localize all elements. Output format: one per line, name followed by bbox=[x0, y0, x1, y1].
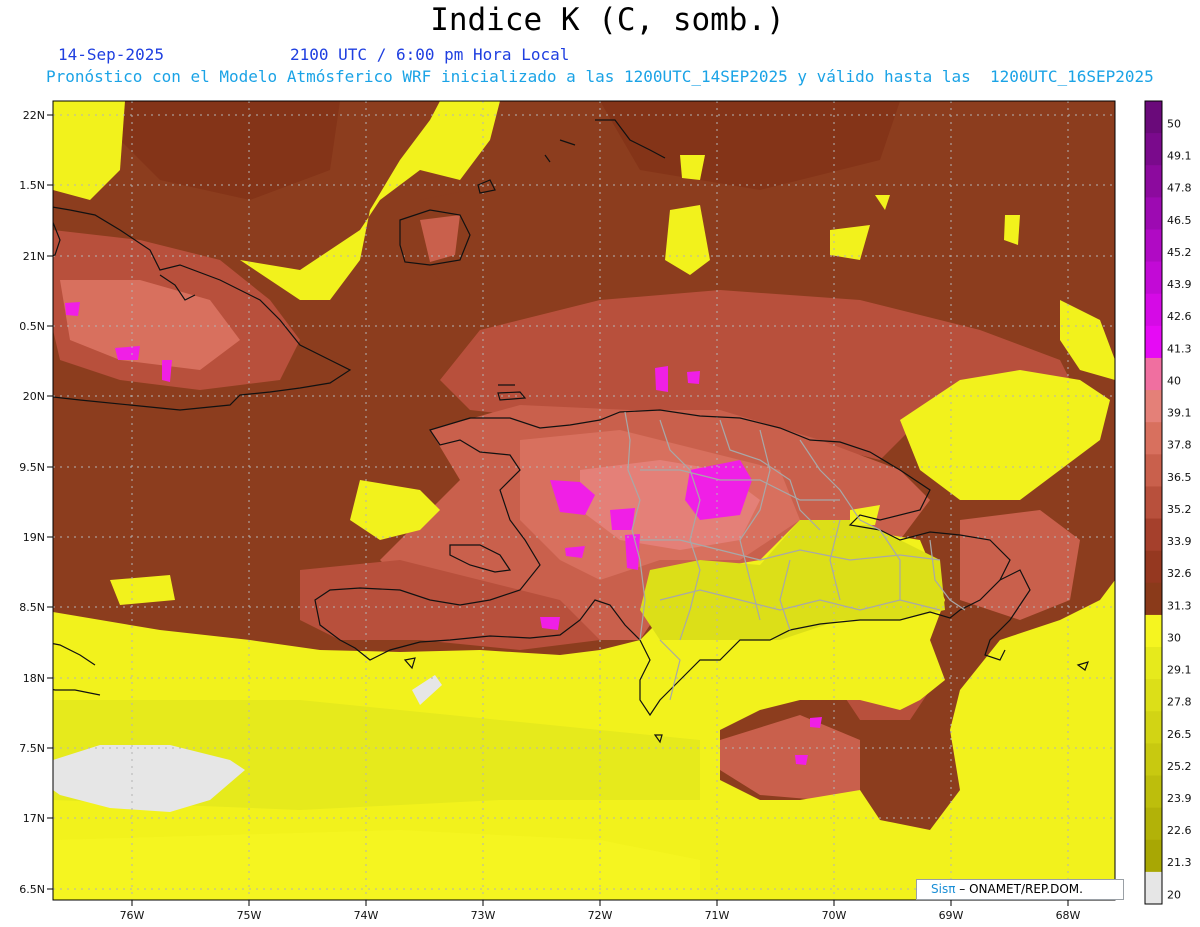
field-magenta-spot bbox=[610, 508, 635, 530]
colorbar-label: 29.1 bbox=[1167, 664, 1192, 677]
field-magenta-spot bbox=[810, 717, 822, 728]
lat-label: 6.5N bbox=[19, 883, 45, 896]
lon-label: 68W bbox=[1056, 909, 1081, 922]
lon-label: 73W bbox=[471, 909, 496, 922]
field-magenta-spot bbox=[655, 366, 668, 392]
colorbar-swatch bbox=[1145, 390, 1162, 423]
field-yellow-cuba-s bbox=[110, 575, 175, 605]
field-magenta-spot bbox=[795, 755, 808, 765]
field-magenta-spot bbox=[687, 371, 700, 384]
colorbar-label: 23.9 bbox=[1167, 792, 1192, 805]
colorbar-label: 25.2 bbox=[1167, 760, 1192, 773]
lat-label: 18N bbox=[23, 672, 45, 685]
lon-label: 72W bbox=[588, 909, 613, 922]
colorbar-label: 27.8 bbox=[1167, 696, 1192, 709]
colorbar-swatch bbox=[1145, 743, 1162, 777]
lat-label: 1.5N bbox=[19, 179, 45, 192]
colorbar-label: 49.1 bbox=[1167, 150, 1192, 163]
colorbar-swatch bbox=[1145, 165, 1162, 198]
colorbar-swatch bbox=[1145, 679, 1162, 712]
colorbar-label: 26.5 bbox=[1167, 728, 1192, 741]
lon-label: 70W bbox=[822, 909, 847, 922]
colorbar-label: 31.3 bbox=[1167, 599, 1192, 612]
field-magenta-spot bbox=[565, 546, 585, 558]
colorbar-label: 42.6 bbox=[1167, 310, 1192, 323]
colorbar-swatch bbox=[1145, 839, 1162, 873]
colorbar-label: 20 bbox=[1167, 888, 1181, 901]
lat-label: 7.5N bbox=[19, 742, 45, 755]
lon-label: 74W bbox=[354, 909, 379, 922]
colorbar-swatch bbox=[1145, 357, 1162, 391]
lat-labels: 22N 1.5N 21N 0.5N 20N 9.5N 19N 8.5N 18N … bbox=[19, 109, 45, 896]
sispi-brand: Sisπ bbox=[931, 882, 956, 896]
colorbar-swatch bbox=[1145, 775, 1162, 809]
lon-label: 76W bbox=[120, 909, 145, 922]
colorbar-label: 32.6 bbox=[1167, 567, 1192, 580]
colorbar-swatch bbox=[1145, 614, 1162, 648]
lon-label: 71W bbox=[705, 909, 730, 922]
colorbar-label: 30 bbox=[1167, 631, 1181, 644]
lat-label: 17N bbox=[23, 812, 45, 825]
credit-box: Sisπ – ONAMET/REP.DOM. bbox=[916, 879, 1124, 900]
lat-label: 8.5N bbox=[19, 601, 45, 614]
colorbar-swatch bbox=[1145, 711, 1162, 744]
map-figure: 22N 1.5N 21N 0.5N 20N 9.5N 19N 8.5N 18N … bbox=[19, 100, 1192, 922]
lon-label: 69W bbox=[939, 909, 964, 922]
colorbar-swatch bbox=[1145, 550, 1162, 584]
kindex-field bbox=[53, 101, 1115, 900]
colorbar-label: 33.9 bbox=[1167, 535, 1192, 548]
colorbar-swatch bbox=[1145, 807, 1162, 841]
colorbar-swatch bbox=[1145, 229, 1162, 263]
colorbar-label: 45.2 bbox=[1167, 246, 1192, 259]
colorbar-label: 36.5 bbox=[1167, 471, 1192, 484]
colorbar-swatch bbox=[1145, 486, 1162, 520]
lon-label: 75W bbox=[237, 909, 262, 922]
colorbar-label: 47.8 bbox=[1167, 182, 1192, 195]
colorbar-swatch bbox=[1145, 518, 1162, 552]
colorbar-label: 40 bbox=[1167, 374, 1181, 387]
colorbar-label: 22.6 bbox=[1167, 824, 1192, 837]
colorbar-swatch bbox=[1145, 871, 1162, 905]
colorbar-label: 35.2 bbox=[1167, 503, 1192, 516]
colorbar-label: 46.5 bbox=[1167, 214, 1192, 227]
colorbar-label: 39.1 bbox=[1167, 407, 1192, 420]
colorbar-swatch bbox=[1145, 133, 1162, 166]
colorbar-swatch bbox=[1145, 647, 1162, 680]
field-magenta-spot bbox=[115, 346, 140, 360]
lat-label: 0.5N bbox=[19, 320, 45, 333]
field-yellow-dot2 bbox=[1004, 215, 1020, 245]
colorbar-swatch bbox=[1145, 454, 1162, 487]
colorbar-label: 21.3 bbox=[1167, 856, 1192, 869]
colorbar-label: 50 bbox=[1167, 117, 1181, 130]
colorbar-swatch bbox=[1145, 101, 1162, 134]
credit-text: – ONAMET/REP.DOM. bbox=[955, 882, 1083, 896]
lat-label: 9.5N bbox=[19, 461, 45, 474]
colorbar-swatch bbox=[1145, 293, 1162, 327]
colorbar-swatch bbox=[1145, 422, 1162, 455]
colorbar-swatch bbox=[1145, 582, 1162, 616]
colorbar-swatch bbox=[1145, 325, 1162, 359]
colorbar-label: 37.8 bbox=[1167, 439, 1192, 452]
lat-label: 19N bbox=[23, 531, 45, 544]
colorbar-swatch bbox=[1145, 261, 1162, 295]
colorbar-label: 41.3 bbox=[1167, 342, 1192, 355]
colorbar: 50 49.1 47.8 46.5 45.2 43.9 42.6 41.3 40 39.1 37.8… bbox=[1144, 100, 1192, 905]
lat-label: 22N bbox=[23, 109, 45, 122]
lat-label: 20N bbox=[23, 390, 45, 403]
lon-labels: 76W 75W 74W 73W 72W 71W 70W 69W 68W bbox=[120, 909, 1081, 922]
field-magenta-spot bbox=[65, 302, 80, 316]
lat-label: 21N bbox=[23, 250, 45, 263]
field-magenta-spot bbox=[540, 617, 560, 630]
colorbar-swatch bbox=[1145, 197, 1162, 230]
colorbar-label: 43.9 bbox=[1167, 278, 1192, 291]
